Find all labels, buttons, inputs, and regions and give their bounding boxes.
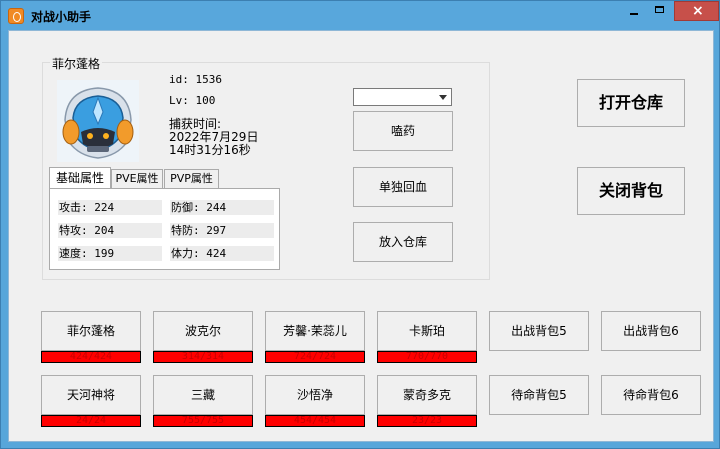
pet-level: Lv: 100 (169, 94, 216, 107)
hp-text: 454/454 (293, 415, 337, 426)
standby-pet-button[interactable]: 三藏 (153, 375, 253, 415)
standby-pet-button[interactable]: 沙悟净 (265, 375, 365, 415)
battle-pet-button[interactable]: 卡斯珀 (377, 311, 477, 351)
standby-pet-1: 天河神将 24/24 (41, 375, 141, 427)
hp-bar: 454/454 (265, 415, 365, 427)
stat-defense: 防御: 244 (170, 200, 274, 215)
hp-bar: 424/424 (41, 351, 141, 363)
window-title: 对战小助手 (31, 10, 92, 24)
battle-slot-6-button[interactable]: 出战背包6 (601, 311, 701, 351)
hp-text: 770/770 (405, 351, 449, 362)
minimize-icon (630, 13, 638, 15)
standby-pet-button[interactable]: 蒙奇多克 (377, 375, 477, 415)
hp-text: 424/424 (69, 351, 113, 362)
basic-attributes-panel: 攻击: 224 防御: 244 特攻: 204 特防: 297 速度: 199 … (49, 188, 280, 270)
tab-pve[interactable]: PVE属性 (111, 169, 163, 188)
hp-bar: 23/23 (377, 415, 477, 427)
minimize-button[interactable] (621, 1, 647, 21)
battle-pet-button[interactable]: 波克尔 (153, 311, 253, 351)
hp-text: 24/24 (75, 415, 107, 426)
battle-pet-button[interactable]: 菲尔蓬格 (41, 311, 141, 351)
use-item-button[interactable]: 嗑药 (353, 111, 453, 151)
battle-pet-1: 菲尔蓬格 424/424 (41, 311, 141, 363)
maximize-button[interactable] (647, 1, 673, 21)
close-button[interactable]: × (674, 1, 719, 21)
hp-text: 755/755 (181, 415, 225, 426)
standby-pet-3: 沙悟净 454/454 (265, 375, 365, 427)
close-icon: × (692, 3, 704, 19)
open-warehouse-button[interactable]: 打开仓库 (577, 79, 685, 127)
item-select[interactable] (353, 88, 452, 106)
standby-slot-5-button[interactable]: 待命背包5 (489, 375, 589, 415)
standby-slot-6-button[interactable]: 待命背包6 (601, 375, 701, 415)
stat-speed: 速度: 199 (58, 246, 162, 261)
hp-bar: 724/724 (265, 351, 365, 363)
app-window: 对战小助手 × 菲尔蓬格 id: 1536 Lv: 100 捕获时间: 2022… (0, 0, 720, 449)
hp-bar: 755/755 (153, 415, 253, 427)
stat-sp-attack: 特攻: 204 (58, 223, 162, 238)
standby-pet-button[interactable]: 天河神将 (41, 375, 141, 415)
battle-pet-2: 波克尔 314/314 (153, 311, 253, 363)
store-warehouse-button[interactable]: 放入仓库 (353, 222, 453, 262)
battle-pet-3: 芳馨·茉蕊儿 724/724 (265, 311, 365, 363)
pet-avatar (57, 80, 139, 162)
client-area: 菲尔蓬格 id: 1536 Lv: 100 捕获时间: 2022年7月29日 1… (8, 30, 714, 442)
battle-slot-5-button[interactable]: 出战背包5 (489, 311, 589, 351)
hp-text: 23/23 (411, 415, 443, 426)
hp-text: 724/724 (293, 351, 337, 362)
title-bar[interactable]: 对战小助手 × (1, 1, 719, 31)
stat-sp-defense: 特防: 297 (170, 223, 274, 238)
capture-time: 14时31分16秒 (169, 143, 251, 157)
battle-pet-4: 卡斯珀 770/770 (377, 311, 477, 363)
stat-attack: 攻击: 224 (58, 200, 162, 215)
battle-pet-button[interactable]: 芳馨·茉蕊儿 (265, 311, 365, 351)
tab-basic[interactable]: 基础属性 (49, 167, 111, 188)
app-icon (8, 8, 24, 24)
hp-bar: 24/24 (41, 415, 141, 427)
standby-pet-2: 三藏 755/755 (153, 375, 253, 427)
close-bag-button[interactable]: 关闭背包 (577, 167, 685, 215)
hp-bar: 314/314 (153, 351, 253, 363)
hp-text: 314/314 (181, 351, 225, 362)
standby-pet-4: 蒙奇多克 23/23 (377, 375, 477, 427)
pet-id: id: 1536 (169, 73, 222, 86)
hp-bar: 770/770 (377, 351, 477, 363)
heal-single-button[interactable]: 单独回血 (353, 167, 453, 207)
tab-pvp[interactable]: PVP属性 (164, 169, 219, 188)
pet-name-label: 菲尔蓬格 (50, 55, 103, 72)
stat-stamina: 体力: 424 (170, 246, 274, 261)
chevron-down-icon (439, 95, 447, 100)
maximize-icon (655, 6, 664, 13)
